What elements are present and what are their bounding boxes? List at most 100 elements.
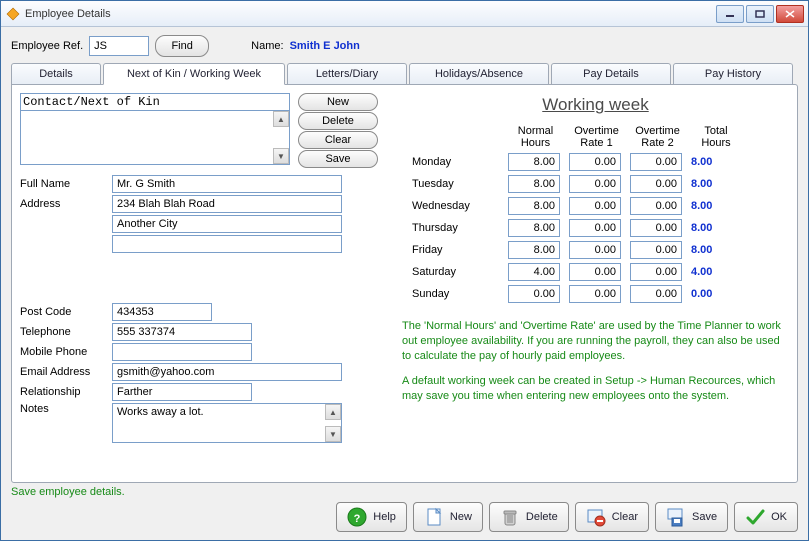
- contact-listbox[interactable]: ▲ ▼: [20, 111, 290, 165]
- tue-ot1-input[interactable]: [569, 175, 621, 193]
- sun-ot2-input[interactable]: [630, 285, 682, 303]
- sun-ot1-input[interactable]: [569, 285, 621, 303]
- minimize-button[interactable]: [716, 5, 744, 23]
- app-icon: [5, 6, 21, 22]
- tab-next-of-kin[interactable]: Next of Kin / Working Week: [103, 63, 285, 85]
- tab-details[interactable]: Details: [11, 63, 101, 85]
- postcode-input[interactable]: [112, 303, 212, 321]
- address2-input[interactable]: [112, 215, 342, 233]
- sun-total: 0.00: [691, 288, 741, 300]
- working-week-title: Working week: [402, 95, 789, 115]
- col-overtime2: OvertimeRate 2: [630, 125, 685, 149]
- notes-input[interactable]: Works away a lot. ▲ ▼: [112, 403, 342, 443]
- save-button[interactable]: Save: [655, 502, 728, 532]
- wed-ot1-input[interactable]: [569, 197, 621, 215]
- help-paragraph-1: The 'Normal Hours' and 'Overtime Rate' a…: [402, 319, 781, 364]
- fri-normal-input[interactable]: [508, 241, 560, 259]
- full-name-input[interactable]: [112, 175, 342, 193]
- sun-normal-input[interactable]: [508, 285, 560, 303]
- delete-button[interactable]: Delete: [489, 502, 569, 532]
- day-label: Sunday: [412, 288, 502, 300]
- thu-ot2-input[interactable]: [630, 219, 682, 237]
- tab-holidays-absence[interactable]: Holidays/Absence: [409, 63, 549, 85]
- day-label: Thursday: [412, 222, 502, 234]
- fri-total: 8.00: [691, 244, 741, 256]
- telephone-label: Telephone: [20, 326, 112, 338]
- address1-input[interactable]: [112, 195, 342, 213]
- kin-delete-button[interactable]: Delete: [298, 112, 378, 130]
- titlebar: Employee Details: [1, 1, 808, 27]
- save-icon: [666, 507, 686, 527]
- working-week-grid: NormalHours OvertimeRate 1 OvertimeRate …: [412, 125, 789, 303]
- relationship-label: Relationship: [20, 386, 112, 398]
- tab-pay-details[interactable]: Pay Details: [551, 63, 671, 85]
- wed-total: 8.00: [691, 200, 741, 212]
- name-label: Name:: [251, 40, 283, 52]
- help-text: The 'Normal Hours' and 'Overtime Rate' a…: [402, 319, 789, 403]
- employee-details-window: Employee Details Employee Ref. Find Name…: [0, 0, 809, 541]
- wed-ot2-input[interactable]: [630, 197, 682, 215]
- tue-total: 8.00: [691, 178, 741, 190]
- employee-ref-label: Employee Ref.: [11, 40, 83, 52]
- kin-clear-button[interactable]: Clear: [298, 131, 378, 149]
- mobile-label: Mobile Phone: [20, 346, 112, 358]
- employee-ref-input[interactable]: [89, 36, 149, 56]
- wed-normal-input[interactable]: [508, 197, 560, 215]
- help-button[interactable]: ? Help: [336, 502, 407, 532]
- kin-new-button[interactable]: New: [298, 93, 378, 111]
- scroll-up-icon[interactable]: ▲: [273, 111, 289, 127]
- clear-icon: [586, 507, 606, 527]
- postcode-label: Post Code: [20, 306, 112, 318]
- sat-normal-input[interactable]: [508, 263, 560, 281]
- thu-ot1-input[interactable]: [569, 219, 621, 237]
- new-button[interactable]: New: [413, 502, 483, 532]
- clear-button[interactable]: Clear: [575, 502, 649, 532]
- find-button[interactable]: Find: [155, 35, 209, 57]
- contact-header-input[interactable]: [20, 93, 290, 111]
- window-title: Employee Details: [25, 8, 716, 20]
- kin-save-button[interactable]: Save: [298, 150, 378, 168]
- day-label: Tuesday: [412, 178, 502, 190]
- notes-scroll-up-icon[interactable]: ▲: [325, 404, 341, 420]
- day-label: Wednesday: [412, 200, 502, 212]
- telephone-input[interactable]: [112, 323, 252, 341]
- mon-normal-input[interactable]: [508, 153, 560, 171]
- email-input[interactable]: [112, 363, 342, 381]
- new-icon: [424, 507, 444, 527]
- email-label: Email Address: [20, 366, 112, 378]
- sat-ot1-input[interactable]: [569, 263, 621, 281]
- address3-input[interactable]: [112, 235, 342, 253]
- mon-ot2-input[interactable]: [630, 153, 682, 171]
- svg-text:?: ?: [354, 513, 361, 525]
- notes-label: Notes: [20, 403, 112, 415]
- mobile-input[interactable]: [112, 343, 252, 361]
- help-icon: ?: [347, 507, 367, 527]
- ok-button[interactable]: OK: [734, 502, 798, 532]
- tab-pay-history[interactable]: Pay History: [673, 63, 793, 85]
- sat-ot2-input[interactable]: [630, 263, 682, 281]
- tue-normal-input[interactable]: [508, 175, 560, 193]
- mon-total: 8.00: [691, 156, 741, 168]
- maximize-button[interactable]: [746, 5, 774, 23]
- tab-strip: Details Next of Kin / Working Week Lette…: [1, 63, 808, 85]
- tue-ot2-input[interactable]: [630, 175, 682, 193]
- fri-ot1-input[interactable]: [569, 241, 621, 259]
- tab-letters-diary[interactable]: Letters/Diary: [287, 63, 407, 85]
- day-label: Monday: [412, 156, 502, 168]
- sat-total: 4.00: [691, 266, 741, 278]
- relationship-input[interactable]: [112, 383, 252, 401]
- employee-name-value: Smith E John: [290, 40, 360, 52]
- tab-panel: ▲ ▼ New Delete Clear Save Full Name Addr…: [11, 84, 798, 483]
- col-normal-hours: NormalHours: [508, 125, 563, 149]
- close-button[interactable]: [776, 5, 804, 23]
- scroll-down-icon[interactable]: ▼: [273, 148, 289, 164]
- fri-ot2-input[interactable]: [630, 241, 682, 259]
- thu-normal-input[interactable]: [508, 219, 560, 237]
- day-label: Friday: [412, 244, 502, 256]
- day-label: Saturday: [412, 266, 502, 278]
- mon-ot1-input[interactable]: [569, 153, 621, 171]
- notes-text: Works away a lot.: [117, 406, 204, 418]
- address-label: Address: [20, 198, 112, 210]
- notes-scroll-down-icon[interactable]: ▼: [325, 426, 341, 442]
- col-overtime1: OvertimeRate 1: [569, 125, 624, 149]
